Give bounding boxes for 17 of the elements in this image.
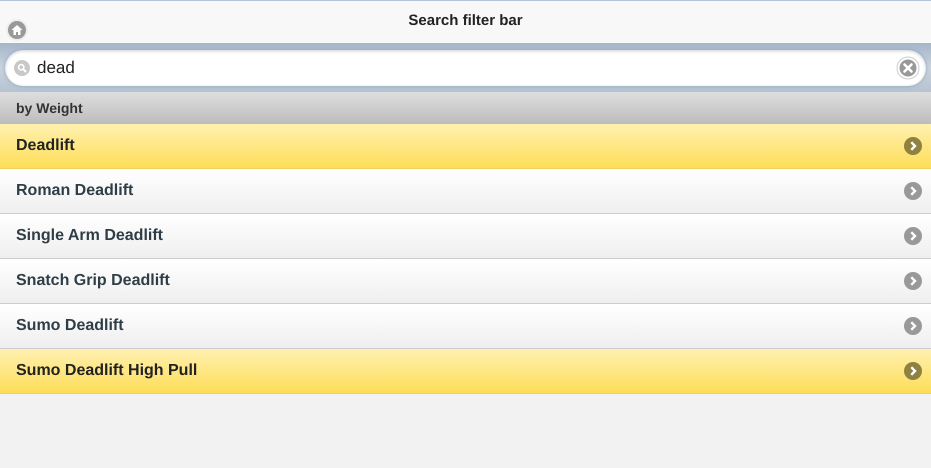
list-item[interactable]: Roman Deadlift [0, 169, 931, 214]
chevron-icon [904, 182, 922, 200]
chevron-icon [904, 272, 922, 290]
list-item[interactable]: Sumo Deadlift High Pull [0, 349, 931, 394]
list-item[interactable]: Deadlift [0, 124, 931, 169]
chevron-icon [904, 227, 922, 245]
clear-icon[interactable] [896, 56, 920, 80]
list-item[interactable]: Single Arm Deadlift [0, 214, 931, 259]
divider-label: by Weight [16, 100, 83, 116]
search-field[interactable]: dead [5, 50, 926, 86]
chevron-icon [904, 317, 922, 335]
chevron-icon [904, 362, 922, 380]
chevron-icon [904, 137, 922, 155]
list-item[interactable]: Sumo Deadlift [0, 304, 931, 349]
page-title: Search filter bar [408, 12, 523, 28]
list-item[interactable]: Snatch Grip Deadlift [0, 259, 931, 304]
home-icon[interactable] [6, 19, 28, 41]
